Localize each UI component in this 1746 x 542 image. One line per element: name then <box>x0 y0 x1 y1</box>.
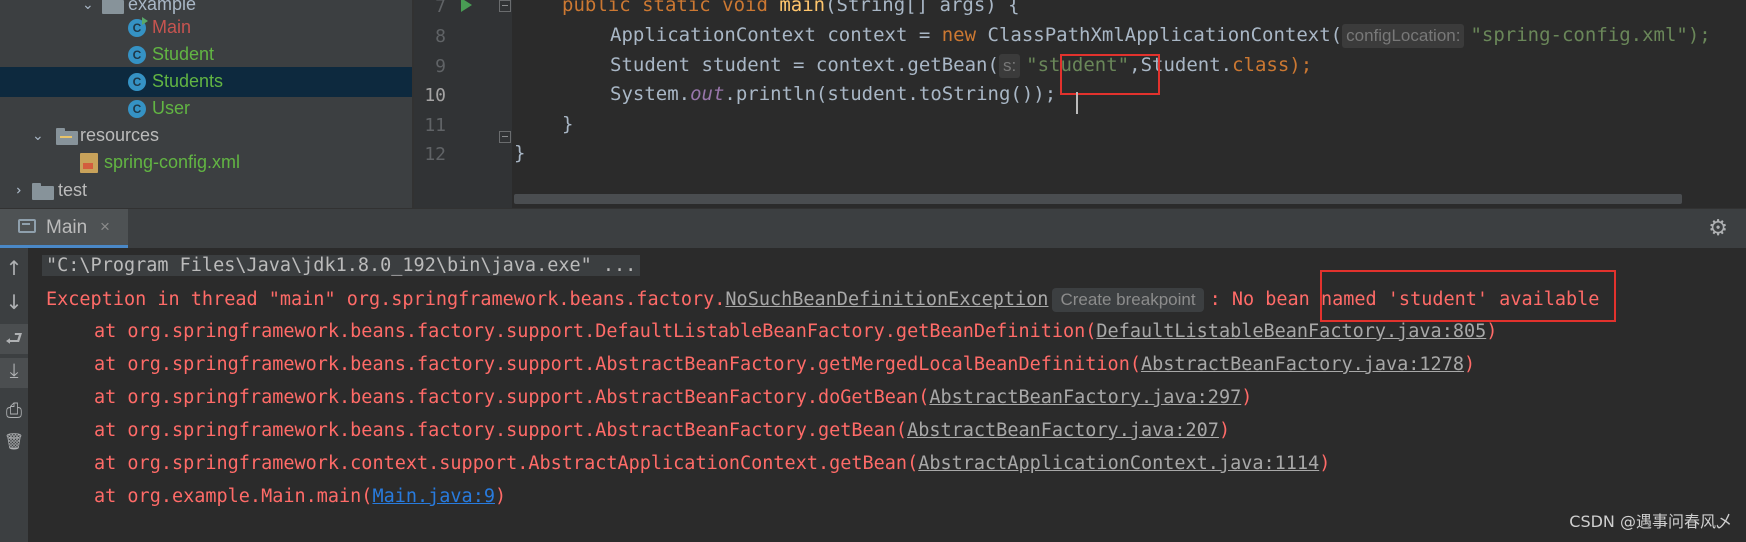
gear-icon[interactable]: ⚙ <box>1708 216 1728 241</box>
console-toolbar: ↑ ↓ ⮐ ⤓ ⎙ 🗑 <box>0 248 28 542</box>
resources-folder-icon <box>56 128 78 145</box>
trash-icon[interactable]: 🗑 <box>0 432 28 462</box>
stack-frame: at org.example.Main.main(Main.java:9) <box>94 486 507 507</box>
run-tool-window-header: Main × ⚙ <box>0 208 1746 248</box>
stack-frame: at org.springframework.beans.factory.sup… <box>94 354 1476 375</box>
line-number: 12 <box>424 144 446 165</box>
tree-item-user[interactable]: User <box>0 94 412 124</box>
print-icon[interactable]: ⎙ <box>0 398 28 428</box>
source-link[interactable]: AbstractBeanFactory.java:207 <box>907 420 1219 441</box>
watermark: CSDN @遇事问春风乄 <box>1569 512 1732 531</box>
tree-item-test[interactable]: ⌄ test <box>0 176 412 206</box>
code-line-7: public static void main(String[] args) { <box>562 0 1020 16</box>
down-arrow-icon[interactable]: ↓ <box>0 290 28 320</box>
fold-icon[interactable] <box>499 131 511 143</box>
chevron-right-icon[interactable]: ⌄ <box>7 185 24 197</box>
text-caret <box>1076 92 1078 114</box>
line-number: 11 <box>424 115 446 136</box>
xml-file-icon <box>80 153 98 173</box>
line-number: 7 <box>435 0 446 17</box>
run-tab-main[interactable]: Main × <box>0 209 128 248</box>
console-command-line: "C:\Program Files\Java\jdk1.8.0_192\bin\… <box>42 255 641 276</box>
scroll-to-end-icon[interactable]: ⤓ <box>0 358 28 388</box>
source-link[interactable]: DefaultListableBeanFactory.java:805 <box>1096 321 1486 342</box>
console-icon <box>18 219 36 233</box>
tree-item-resources[interactable]: ⌄ resources <box>0 121 412 151</box>
java-class-icon <box>128 46 146 64</box>
folder-icon <box>32 183 54 200</box>
source-link[interactable]: Main.java:9 <box>372 486 495 507</box>
java-class-icon <box>128 17 148 37</box>
param-hint: s: <box>998 54 1021 78</box>
code-line-12: } <box>514 142 526 164</box>
horizontal-scrollbar[interactable] <box>514 194 1682 204</box>
code-line-11: } <box>562 113 574 135</box>
tree-item-student[interactable]: Student <box>0 40 412 70</box>
stack-frame: at org.springframework.beans.factory.sup… <box>94 321 1498 342</box>
code-line-10: System.out.println(student.toString()); <box>610 83 1057 105</box>
project-tree: ⌄ example Main Student Students User ⌄ r… <box>0 0 412 208</box>
tree-item-label: Main <box>152 17 192 37</box>
package-icon <box>102 0 124 14</box>
tree-item-label: Student <box>152 44 215 64</box>
line-number: 10 <box>424 85 446 106</box>
stack-frame: at org.springframework.beans.factory.sup… <box>94 420 1231 441</box>
tree-item-label: spring-config.xml <box>104 152 241 172</box>
stack-frame: at org.springframework.context.support.A… <box>94 453 1331 474</box>
param-hint: configLocation: <box>1342 24 1465 48</box>
java-class-icon <box>128 100 146 118</box>
source-link[interactable]: AbstractBeanFactory.java:1278 <box>1141 354 1464 375</box>
stack-frame: at org.springframework.beans.factory.sup… <box>94 387 1253 408</box>
tree-item-spring-config[interactable]: spring-config.xml <box>0 148 412 178</box>
tree-item-label: resources <box>80 125 160 145</box>
tree-item-label: User <box>152 98 191 118</box>
tree-item-label: Students <box>152 71 224 91</box>
code-line-8: ApplicationContext context = new ClassPa… <box>610 24 1711 48</box>
run-tab-label: Main <box>46 217 88 238</box>
java-class-icon <box>128 73 146 91</box>
up-arrow-icon[interactable]: ↑ <box>0 256 28 286</box>
source-link[interactable]: AbstractBeanFactory.java:297 <box>929 387 1241 408</box>
run-main-icon[interactable] <box>461 0 472 12</box>
line-number: 8 <box>435 26 446 47</box>
line-number: 9 <box>435 56 446 77</box>
tree-item-label: test <box>58 180 88 200</box>
tree-item-main[interactable]: Main <box>0 13 412 43</box>
exception-class-link[interactable]: NoSuchBeanDefinitionException <box>725 289 1048 310</box>
annotation-box-console <box>1320 270 1616 322</box>
annotation-box-code <box>1060 54 1160 95</box>
close-icon[interactable]: × <box>100 217 110 237</box>
tree-item-students[interactable]: Students <box>0 67 412 97</box>
code-line-9: Student student = context.getBean(s: "stu… <box>610 54 1313 78</box>
chevron-down-icon[interactable]: ⌄ <box>32 127 44 144</box>
chevron-down-icon[interactable]: ⌄ <box>82 0 94 13</box>
fold-icon[interactable] <box>499 0 511 12</box>
soft-wrap-icon[interactable]: ⮐ <box>0 324 28 354</box>
create-breakpoint-button[interactable]: Create breakpoint <box>1052 288 1204 312</box>
source-link[interactable]: AbstractApplicationContext.java:1114 <box>918 453 1319 474</box>
